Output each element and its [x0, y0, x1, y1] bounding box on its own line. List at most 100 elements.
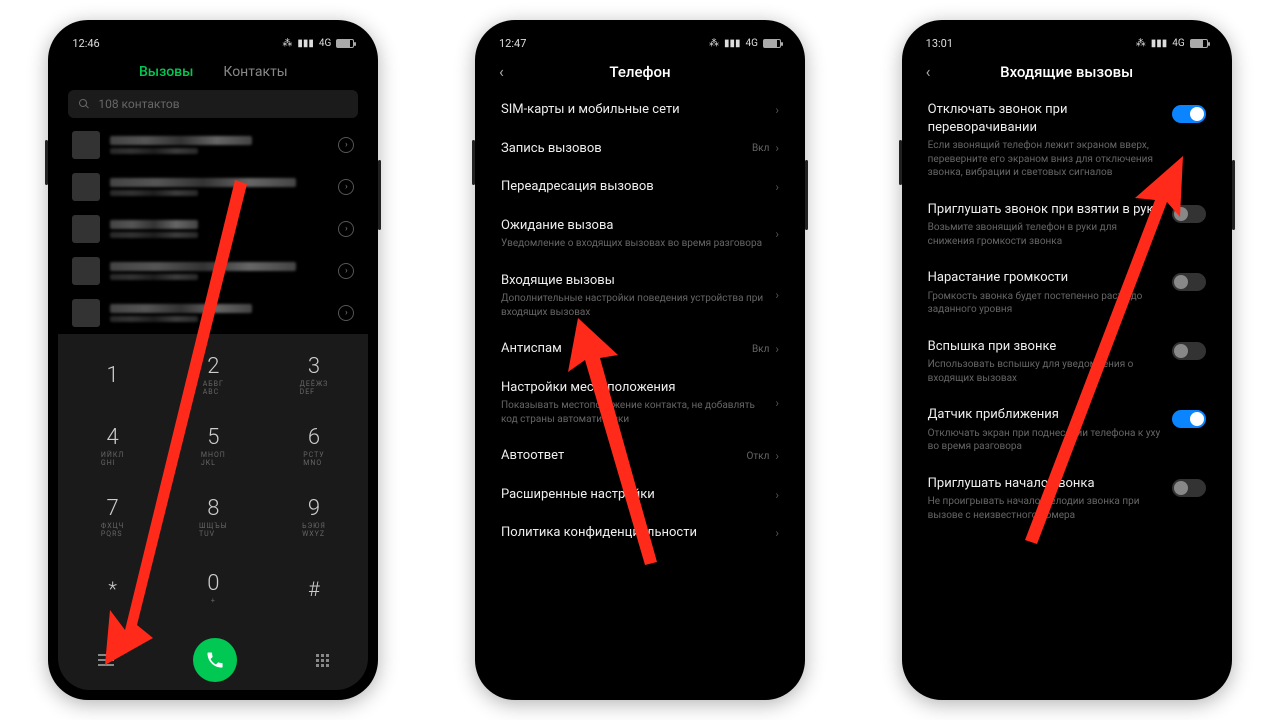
bottom-bar	[58, 630, 368, 690]
settings-item[interactable]: Запись вызововВкл›	[485, 130, 795, 169]
screen-incoming-settings: 13:01 ⁂ ▮▮▮ 4G ‹ Входящие вызовы Отключа…	[912, 30, 1222, 690]
status-bar: 12:46 ⁂ ▮▮▮ 4G	[58, 30, 368, 56]
settings-item[interactable]: SIM-карты и мобильные сети›	[485, 91, 795, 130]
settings-item[interactable]: Датчик приближенияОтключать экран при по…	[912, 396, 1222, 465]
battery-icon	[763, 39, 781, 48]
chevron-right-icon[interactable]: ›	[338, 221, 354, 237]
key-letters: АБВГABC	[203, 380, 224, 396]
call-button[interactable]	[193, 638, 237, 682]
key-number: 1	[107, 365, 119, 387]
call-list-item[interactable]: ›	[58, 208, 368, 250]
item-label: Переадресация вызовов	[501, 178, 765, 196]
key-letters: ФХЦЧPQRS	[101, 522, 125, 538]
search-input[interactable]: 108 контактов	[68, 90, 358, 118]
value-label: Вкл	[752, 143, 769, 154]
bluetooth-icon: ⁂	[1136, 38, 1146, 49]
settings-item[interactable]: Политика конфиденциальности›	[485, 514, 795, 553]
item-sublabel: Использовать вспышку для уведомления о в…	[928, 358, 1162, 385]
item-sublabel: Показывать местоположение контакта, не д…	[501, 399, 765, 426]
call-list-item[interactable]: ›	[58, 292, 368, 334]
item-label: Политика конфиденциальности	[501, 524, 765, 542]
settings-item[interactable]: Отключать звонок при переворачиванииЕсли…	[912, 91, 1222, 191]
status-bar: 13:01 ⁂ ▮▮▮ 4G	[912, 30, 1222, 56]
call-list-item[interactable]: ›	[58, 124, 368, 166]
dialpad-key-9[interactable]: 9ЬЭЮЯWXYZ	[264, 482, 365, 553]
item-right: ›	[775, 103, 779, 117]
settings-item[interactable]: Приглушать начало звонкаНе проигрывать н…	[912, 465, 1222, 534]
item-label: Отключать звонок при переворачивании	[928, 101, 1162, 136]
toggle-switch[interactable]	[1172, 205, 1206, 223]
dialpad-key-2[interactable]: 2АБВГABC	[163, 340, 264, 411]
dialpad-key-#[interactable]: #	[264, 553, 365, 624]
dialpad-key-7[interactable]: 7 ФХЦЧPQRS	[62, 482, 163, 553]
status-time: 12:47	[499, 37, 526, 50]
dialpad-key-1[interactable]: 1	[62, 340, 163, 411]
chevron-right-icon[interactable]: ›	[338, 305, 354, 321]
settings-item[interactable]: Вспышка при звонке Использовать вспышку д…	[912, 328, 1222, 397]
toggle-switch[interactable]	[1172, 342, 1206, 360]
settings-item[interactable]: АвтоответОткл›	[485, 437, 795, 476]
settings-item[interactable]: Настройки местоположения Показывать место…	[485, 369, 795, 438]
item-label: Приглушать начало звонка	[928, 475, 1162, 493]
settings-item[interactable]: АнтиспамВкл›	[485, 330, 795, 369]
call-list-item[interactable]: ›	[58, 166, 368, 208]
signal-icon: ▮▮▮	[1151, 38, 1168, 49]
settings-item[interactable]: Нарастание громкостиГромкость звонка буд…	[912, 259, 1222, 328]
call-item-text	[110, 262, 328, 280]
dialpad: 1 2АБВГABC3ДЕЁЖЗDEF 4ИЙКЛGHI5МНОПJKL6РСТУM…	[58, 334, 368, 630]
tab-calls[interactable]: Вызовы	[139, 64, 193, 80]
settings-item[interactable]: Расширенные настройки›	[485, 476, 795, 515]
item-right: ›	[775, 488, 779, 502]
settings-item[interactable]: Входящие вызовыДополнительные настройки …	[485, 262, 795, 331]
dialpad-key-6[interactable]: 6РСТУMNO	[264, 411, 365, 482]
settings-list[interactable]: Отключать звонок при переворачиванииЕсли…	[912, 91, 1222, 690]
toggle-switch[interactable]	[1172, 479, 1206, 497]
search-icon	[78, 98, 90, 110]
dialpad-key-5[interactable]: 5МНОПJKL	[163, 411, 264, 482]
item-label: Вспышка при звонке	[928, 338, 1162, 356]
dialpad-toggle-button[interactable]	[316, 654, 329, 667]
chevron-right-icon[interactable]: ›	[338, 179, 354, 195]
item-sublabel: Отключать экран при поднесении телефона …	[928, 427, 1162, 454]
key-letters: ЬЭЮЯWXYZ	[302, 522, 326, 538]
tab-contacts[interactable]: Контакты	[223, 64, 287, 80]
signal-icon: ▮▮▮	[724, 38, 741, 49]
phone-frame-1: 12:46 ⁂ ▮▮▮ 4G Вызовы Контакты 108 конта…	[48, 20, 378, 700]
chevron-right-icon: ›	[775, 227, 779, 241]
dialpad-key-4[interactable]: 4ИЙКЛGHI	[62, 411, 163, 482]
avatar	[72, 215, 100, 243]
settings-item[interactable]: Приглушать звонок при взятии в рукиВозьм…	[912, 191, 1222, 260]
chevron-right-icon[interactable]: ›	[338, 137, 354, 153]
chevron-right-icon[interactable]: ›	[338, 263, 354, 279]
dialpad-key-0[interactable]: 0+	[163, 553, 264, 624]
item-label: Настройки местоположения	[501, 379, 765, 397]
phone-icon	[205, 650, 225, 670]
dialpad-key-*[interactable]: *	[62, 553, 163, 624]
item-label: Автоответ	[501, 447, 737, 465]
item-label: Входящие вызовы	[501, 272, 765, 290]
phone-frame-3: 13:01 ⁂ ▮▮▮ 4G ‹ Входящие вызовы Отключа…	[902, 20, 1232, 700]
call-item-text	[110, 178, 328, 196]
settings-list[interactable]: SIM-карты и мобильные сети›Запись вызово…	[485, 91, 795, 690]
settings-item[interactable]: Переадресация вызовов›	[485, 168, 795, 207]
key-number: 0	[207, 573, 219, 595]
chevron-right-icon: ›	[775, 141, 779, 155]
key-letters: ИЙКЛGHI	[101, 451, 124, 467]
chevron-right-icon: ›	[775, 342, 779, 356]
dialpad-key-3[interactable]: 3ДЕЁЖЗDEF	[264, 340, 365, 411]
item-right: Вкл ›	[752, 141, 779, 155]
toggle-switch[interactable]	[1172, 273, 1206, 291]
key-number: 7	[107, 498, 119, 520]
settings-item[interactable]: Ожидание вызоваУведомление о входящих вы…	[485, 207, 795, 262]
page-title: Входящие вызовы	[912, 63, 1222, 81]
signal-icon: ▮▮▮	[297, 38, 314, 49]
menu-button[interactable]	[98, 654, 114, 666]
item-right: Вкл›	[752, 342, 779, 356]
header: ‹ Входящие вызовы	[912, 56, 1222, 91]
toggle-switch[interactable]	[1172, 105, 1206, 123]
toggle-switch[interactable]	[1172, 410, 1206, 428]
call-list[interactable]: › › › › ›	[58, 124, 368, 334]
dialpad-key-8[interactable]: 8ШЩЪЫTUV	[163, 482, 264, 553]
bluetooth-icon: ⁂	[282, 38, 292, 49]
call-list-item[interactable]: ›	[58, 250, 368, 292]
